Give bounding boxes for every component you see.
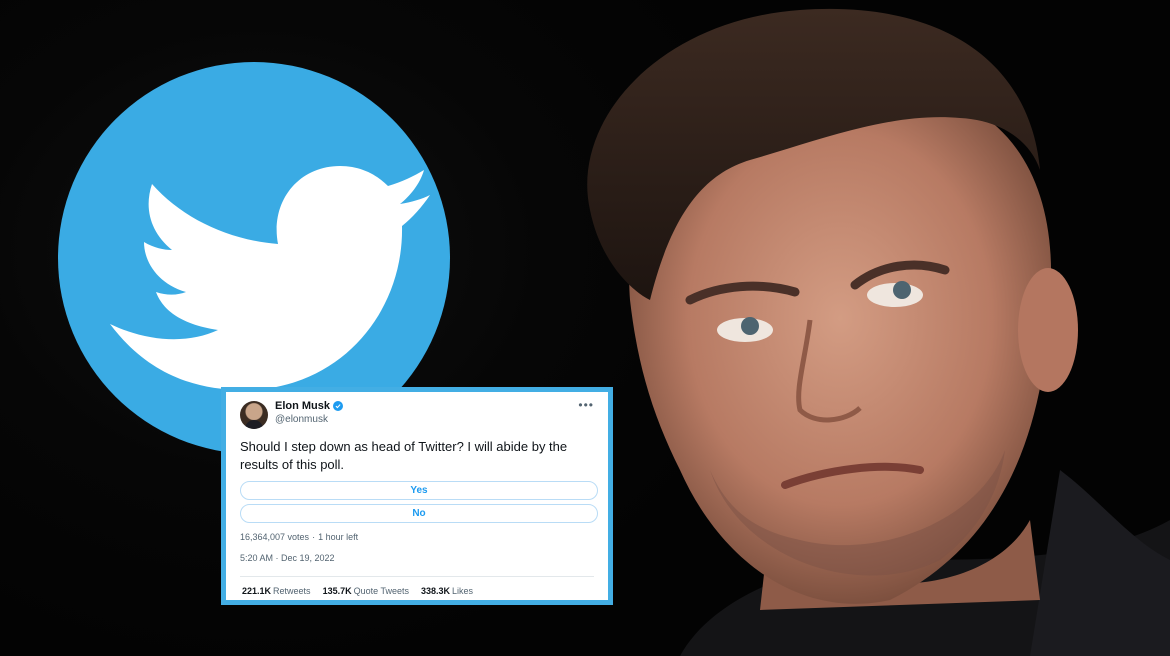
likes-count: 338.3K bbox=[420, 586, 450, 596]
verified-badge-icon bbox=[333, 401, 344, 411]
tweet-header: Elon Musk @elonmusk ••• bbox=[240, 398, 594, 434]
face-illustration bbox=[587, 8, 1170, 656]
tweet-text: Should I step down as head of Twitter? I… bbox=[240, 439, 568, 472]
poll-separator: · bbox=[312, 532, 316, 542]
retweets-label: Retweets bbox=[273, 586, 311, 596]
author-name[interactable]: Elon Musk bbox=[275, 400, 330, 412]
author-block: Elon Musk @elonmusk bbox=[275, 400, 344, 426]
tweet-stats: 221.1K Retweets 135.7K Quote Tweets 338.3K… bbox=[242, 586, 473, 596]
poll-votes: 16,364,007 votes bbox=[240, 532, 310, 542]
tweet-card: Elon Musk @elonmusk ••• Should I step do… bbox=[226, 392, 608, 600]
avatar[interactable] bbox=[240, 401, 268, 429]
author-handle[interactable]: @elonmusk bbox=[275, 414, 343, 426]
tweet-timestamp[interactable]: 5:20 AM · Dec 19, 2022 bbox=[240, 553, 594, 563]
tweet-card-frame: Elon Musk @elonmusk ••• Should I step do… bbox=[221, 387, 613, 605]
composite-image: Elon Musk @elonmusk ••• Should I step do… bbox=[0, 0, 1170, 656]
likes-stat[interactable]: 338.3K Likes bbox=[421, 586, 473, 596]
person-photo bbox=[560, 0, 1170, 656]
quote-tweets-stat[interactable]: 135.7K Quote Tweets bbox=[323, 586, 409, 596]
likes-label: Likes bbox=[452, 586, 474, 596]
author-name-row: Elon Musk bbox=[275, 400, 344, 412]
quote-tweets-count: 135.7K bbox=[322, 586, 352, 596]
poll-option-yes[interactable]: Yes bbox=[240, 481, 598, 500]
retweets-count: 221.1K bbox=[242, 586, 272, 596]
poll-time-left: 1 hour left bbox=[318, 532, 359, 542]
retweets-stat[interactable]: 221.1K Retweets bbox=[242, 586, 311, 596]
quote-tweets-label: Quote Tweets bbox=[353, 586, 409, 596]
poll-meta: 16,364,007 votes · 1 hour left bbox=[240, 532, 594, 542]
poll-option-no[interactable]: No bbox=[240, 504, 598, 523]
stats-divider bbox=[240, 576, 594, 577]
more-horizontal-icon[interactable]: ••• bbox=[578, 398, 594, 412]
